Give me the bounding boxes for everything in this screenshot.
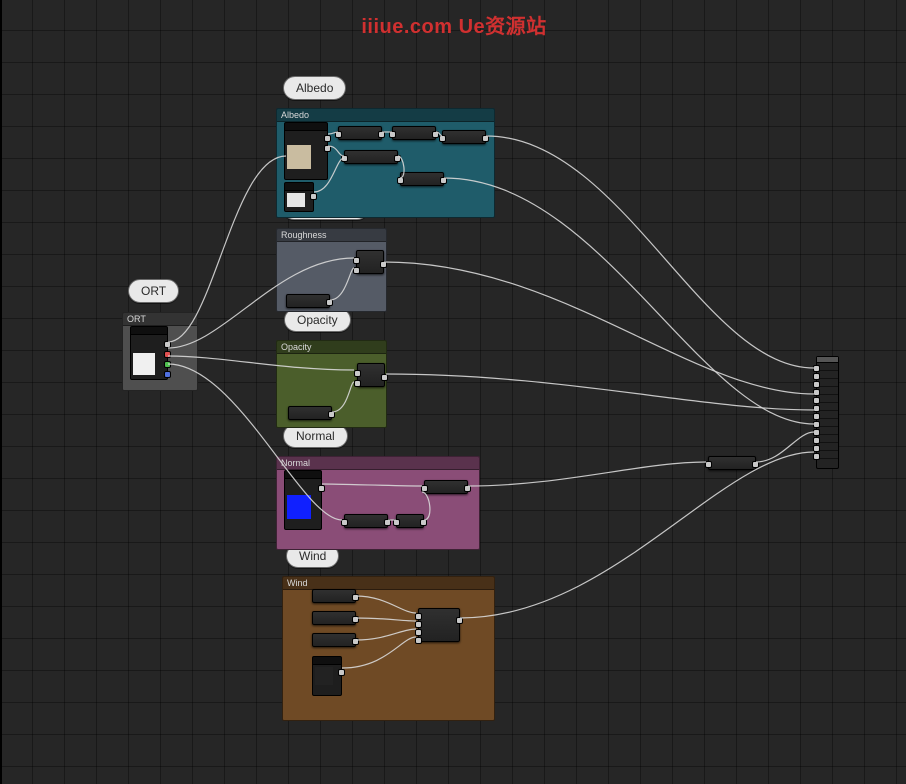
group-albedo-title: Albedo xyxy=(277,109,494,122)
wind-tex-node[interactable] xyxy=(312,656,342,696)
wind-out-node[interactable] xyxy=(418,608,460,642)
group-roughness-title: Roughness xyxy=(277,229,386,242)
watermark-text: iiiue.com Ue资源站 xyxy=(361,10,546,39)
label-albedo: Albedo xyxy=(283,76,346,100)
normal-texture-node[interactable] xyxy=(284,470,322,530)
node-graph-canvas[interactable]: iiiue.com Ue资源站 ORT Albedo Roughness Opa… xyxy=(0,0,906,784)
normal-small-node[interactable] xyxy=(396,514,424,528)
normal-out-node[interactable] xyxy=(424,480,468,494)
wind-param-a[interactable] xyxy=(312,589,356,603)
roughness-out-node[interactable] xyxy=(356,250,384,274)
albedo-node-a[interactable] xyxy=(338,126,382,140)
roughness-param-node[interactable] xyxy=(286,294,330,308)
albedo-white-node[interactable] xyxy=(284,182,314,212)
group-normal-title: Normal xyxy=(277,457,479,470)
albedo-texture-node[interactable] xyxy=(284,122,328,180)
albedo-node-e[interactable] xyxy=(442,130,486,144)
label-ort: ORT xyxy=(128,279,179,303)
normal-mid-node[interactable] xyxy=(344,514,388,528)
wind-param-b[interactable] xyxy=(312,611,356,625)
group-ort-title: ORT xyxy=(123,313,197,326)
albedo-node-d[interactable] xyxy=(400,172,444,186)
ort-texture-node[interactable] xyxy=(130,326,168,380)
opacity-param-node[interactable] xyxy=(288,406,332,420)
wind-param-c[interactable] xyxy=(312,633,356,647)
albedo-node-c[interactable] xyxy=(392,126,436,140)
pre-result-node[interactable] xyxy=(708,456,756,470)
group-opacity-title: Opacity xyxy=(277,341,386,354)
opacity-out-node[interactable] xyxy=(357,363,385,387)
material-result-node[interactable] xyxy=(816,356,839,469)
albedo-node-b[interactable] xyxy=(344,150,398,164)
